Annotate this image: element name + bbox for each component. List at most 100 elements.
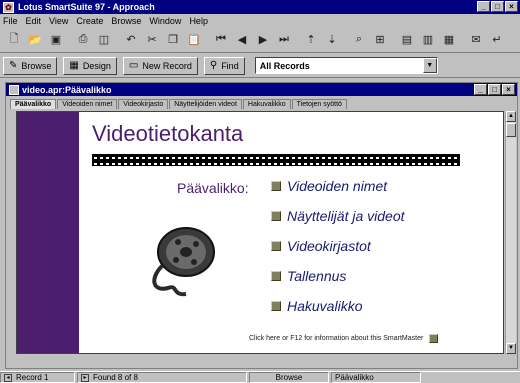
- new-record-icon: ▭: [128, 60, 139, 71]
- tab-nayttelijoiden-videot[interactable]: Näyttelijöiden videot: [169, 99, 242, 109]
- find-all-icon[interactable]: ⊞: [370, 30, 390, 50]
- record-nav-icon: ◂: [4, 373, 12, 382]
- app-title: Lotus SmartSuite 97 - Approach: [18, 2, 155, 12]
- design-button[interactable]: ▦ Design: [63, 56, 117, 75]
- menu-item-videoiden-nimet[interactable]: Videoiden nimet: [271, 178, 387, 194]
- record-text: Record 1: [16, 373, 49, 382]
- find-button[interactable]: ⚲ Find: [203, 56, 245, 75]
- preview-icon[interactable]: ◫: [94, 30, 114, 50]
- form-icon[interactable]: ▦: [439, 30, 459, 50]
- report-icon[interactable]: ▥: [418, 30, 438, 50]
- menu-item-videokirjastot[interactable]: Videokirjastot: [271, 238, 371, 254]
- sort-asc-icon[interactable]: ⇡: [301, 30, 321, 50]
- menu-item-nayttelijat-ja-videot[interactable]: Näyttelijät ja videot: [271, 208, 405, 224]
- chevron-down-icon[interactable]: ▼: [422, 58, 437, 73]
- menu-window[interactable]: Window: [149, 16, 181, 26]
- save-icon[interactable]: ▣: [46, 30, 66, 50]
- print-icon[interactable]: ⎙: [73, 30, 93, 50]
- mail-icon[interactable]: ✉: [466, 30, 486, 50]
- main-form: Videotietokanta Päävalikko: Videoiden ni…: [16, 111, 504, 354]
- find-icon[interactable]: ⌕: [349, 30, 369, 50]
- found-indicator: ▸ Found 8 of 8: [77, 372, 247, 383]
- menu-item-label: Videokirjastot: [287, 238, 371, 254]
- tab-videokirjasto[interactable]: Videokirjasto: [118, 99, 169, 109]
- record-indicator[interactable]: ◂ Record 1: [0, 372, 75, 383]
- document-title: video.apr:Päävalikko: [22, 84, 112, 95]
- doc-minimize-button[interactable]: _: [474, 84, 487, 95]
- browse-label: Browse: [21, 60, 52, 71]
- menu-item-tallennus[interactable]: Tallennus: [271, 268, 346, 284]
- enter-icon[interactable]: ↵: [487, 30, 507, 50]
- action-bar: ✎ Browse ▦ Design ▭ New Record ⚲ Find Al…: [0, 54, 520, 78]
- document-window-controls: _ □ ×: [474, 84, 515, 95]
- app-titlebar: ✿ Lotus SmartSuite 97 - Approach _ □ ×: [0, 0, 520, 14]
- toolbar: 🗋 📂 ▣ ⎙ ◫ ↶ ✂ ❐ 📋 ⏮ ◀ ▶ ⏭ ⇡ ⇣ ⌕ ⊞ ▤ ▥ ▦ …: [0, 27, 520, 53]
- menu-help[interactable]: Help: [189, 16, 208, 26]
- scroll-up-icon[interactable]: ▲: [506, 111, 516, 122]
- menu-file[interactable]: File: [3, 16, 18, 26]
- minimize-button[interactable]: _: [477, 1, 490, 12]
- first-record-icon[interactable]: ⏮: [211, 30, 231, 50]
- decorative-band: [17, 112, 79, 353]
- main-menu-label: Päävalikko:: [177, 180, 249, 196]
- document-window: video.apr:Päävalikko _ □ × Päävalikko Vi…: [5, 82, 518, 369]
- undo-icon[interactable]: ↶: [121, 30, 141, 50]
- menu-item-hakuvalikko[interactable]: Hakuvalikko: [271, 298, 362, 314]
- tab-tietojen-syotto[interactable]: Tietojen syöttö: [291, 99, 347, 109]
- menu-item-label: Näyttelijät ja videot: [287, 208, 405, 224]
- status-bar: ◂ Record 1 ▸ Found 8 of 8 Browse Päävali…: [0, 371, 520, 383]
- close-button[interactable]: ×: [505, 1, 518, 12]
- design-icon: ▦: [69, 60, 79, 71]
- last-record-icon[interactable]: ⏭: [274, 30, 294, 50]
- lotus-app-icon: ✿: [3, 1, 14, 13]
- menu-item-label: Videoiden nimet: [287, 178, 388, 194]
- info-button[interactable]: [429, 334, 439, 343]
- prev-record-icon[interactable]: ◀: [232, 30, 252, 50]
- design-label: Design: [82, 60, 111, 71]
- doc-close-button[interactable]: ×: [502, 84, 515, 95]
- chart-icon[interactable]: ▤: [397, 30, 417, 50]
- film-reel-icon: [152, 227, 215, 297]
- view-tabs: Päävalikko Videoiden nimet Videokirjasto…: [6, 96, 517, 109]
- menu-view[interactable]: View: [49, 16, 68, 26]
- find-select-value: All Records: [259, 60, 310, 71]
- vertical-scrollbar[interactable]: ▲ ▼: [505, 111, 516, 354]
- menu-item-label: Tallennus: [287, 268, 347, 284]
- copy-icon[interactable]: ❐: [163, 30, 183, 50]
- menu-item-button[interactable]: [271, 181, 281, 191]
- scroll-thumb[interactable]: [506, 123, 516, 137]
- document-icon: [9, 84, 19, 95]
- find-label: Find: [221, 60, 239, 71]
- menu-item-button[interactable]: [271, 271, 281, 281]
- menu-item-button[interactable]: [271, 241, 281, 251]
- scroll-down-icon[interactable]: ▼: [506, 343, 516, 354]
- new-file-icon[interactable]: 🗋: [4, 30, 24, 50]
- menu-item-button[interactable]: [271, 211, 281, 221]
- tab-paavalikko[interactable]: Päävalikko: [10, 99, 57, 109]
- open-file-icon[interactable]: 📂: [25, 30, 45, 50]
- paste-icon[interactable]: 📋: [184, 30, 204, 50]
- new-record-button[interactable]: ▭ New Record: [122, 56, 198, 75]
- window-controls: _ □ ×: [477, 1, 518, 12]
- filmstrip-divider: [92, 154, 460, 166]
- view-text: Päävalikko: [335, 373, 374, 382]
- form-heading: Videotietokanta: [92, 121, 244, 146]
- maximize-button[interactable]: □: [491, 1, 504, 12]
- doc-maximize-button[interactable]: □: [488, 84, 501, 95]
- info-text: Click here or F12 for information about …: [249, 335, 424, 342]
- sort-desc-icon[interactable]: ⇣: [322, 30, 342, 50]
- view-indicator[interactable]: Päävalikko: [331, 372, 421, 383]
- pencil-icon: ✎: [9, 60, 18, 71]
- menu-create[interactable]: Create: [76, 16, 103, 26]
- menu-edit[interactable]: Edit: [26, 16, 42, 26]
- browse-button[interactable]: ✎ Browse: [3, 56, 58, 75]
- tab-videoiden-nimet[interactable]: Videoiden nimet: [57, 99, 118, 109]
- next-record-icon[interactable]: ▶: [253, 30, 273, 50]
- mode-indicator[interactable]: Browse: [249, 372, 329, 383]
- menu-browse[interactable]: Browse: [111, 16, 141, 26]
- tab-hakuvalikko[interactable]: Hakuvalikko: [242, 99, 291, 109]
- find-person-icon: ⚲: [209, 60, 218, 71]
- find-select[interactable]: All Records ▼: [254, 57, 438, 74]
- cut-icon[interactable]: ✂: [142, 30, 162, 50]
- menu-item-button[interactable]: [271, 301, 281, 311]
